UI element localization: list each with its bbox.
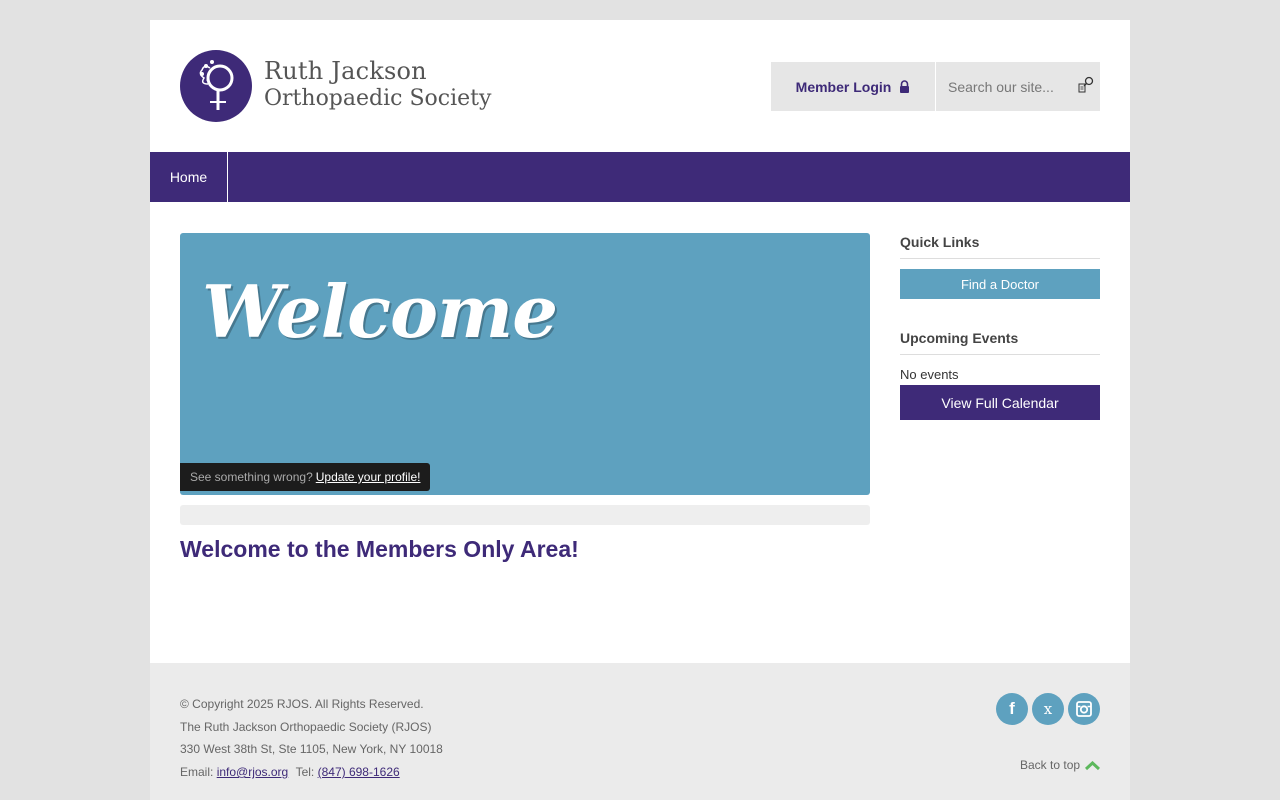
banner-divider bbox=[180, 505, 870, 525]
logo-subtitle[interactable]: Orthopaedic Society bbox=[264, 85, 491, 113]
page-container: Ruth Jackson Orthopaedic Society Member … bbox=[150, 20, 1130, 800]
footer-copyright: © Copyright 2025 RJOS. All Rights Reserv… bbox=[180, 697, 424, 711]
lock-icon bbox=[899, 80, 910, 93]
email-link[interactable]: info@rjos.org bbox=[217, 765, 289, 779]
tel-label: Tel: bbox=[295, 765, 315, 779]
quick-links-title: Quick Links bbox=[900, 234, 1100, 259]
search-input[interactable] bbox=[946, 75, 1080, 99]
search-box bbox=[936, 62, 1100, 111]
back-to-top-label: Back to top bbox=[1020, 758, 1081, 772]
x-icon[interactable]: x bbox=[1032, 693, 1064, 725]
footer-contact: Email: info@rjos.org Tel: (847) 698-1626 bbox=[180, 765, 400, 779]
instagram-icon[interactable] bbox=[1068, 693, 1100, 725]
view-calendar-button[interactable]: View Full Calendar bbox=[900, 385, 1100, 420]
member-login-label: Member Login bbox=[795, 78, 892, 95]
back-to-top-link[interactable]: Back to top bbox=[1020, 758, 1101, 772]
no-events-text: No events bbox=[900, 367, 959, 382]
footer-address: 330 West 38th St, Ste 1105, New York, NY… bbox=[180, 742, 443, 756]
footer-org-name: The Ruth Jackson Orthopaedic Society (RJ… bbox=[180, 720, 432, 734]
profile-notice: See something wrong? Update your profile… bbox=[180, 463, 431, 491]
member-login-button[interactable]: Member Login bbox=[771, 62, 935, 111]
nav-item-home[interactable]: Home bbox=[150, 152, 228, 202]
email-label: Email: bbox=[180, 765, 214, 779]
upcoming-events-title: Upcoming Events bbox=[900, 330, 1100, 355]
search-icon[interactable] bbox=[1078, 76, 1094, 94]
welcome-banner: Welcome See something wrong? Update your… bbox=[180, 233, 870, 495]
chevron-up-icon bbox=[1085, 760, 1101, 771]
welcome-banner-text: Welcome bbox=[202, 269, 558, 354]
update-profile-link[interactable]: Update your profile! bbox=[316, 470, 421, 484]
profile-notice-text: See something wrong? bbox=[190, 470, 313, 484]
logo-title[interactable]: Ruth Jackson bbox=[264, 57, 427, 85]
facebook-icon[interactable]: f bbox=[996, 693, 1028, 725]
footer: © Copyright 2025 RJOS. All Rights Reserv… bbox=[150, 663, 1130, 800]
find-doctor-button[interactable]: Find a Doctor bbox=[900, 269, 1100, 299]
main-nav: Home bbox=[150, 152, 1130, 202]
logo-icon[interactable] bbox=[180, 50, 252, 122]
tel-link[interactable]: (847) 698-1626 bbox=[318, 765, 400, 779]
page-title: Welcome to the Members Only Area! bbox=[180, 536, 579, 562]
